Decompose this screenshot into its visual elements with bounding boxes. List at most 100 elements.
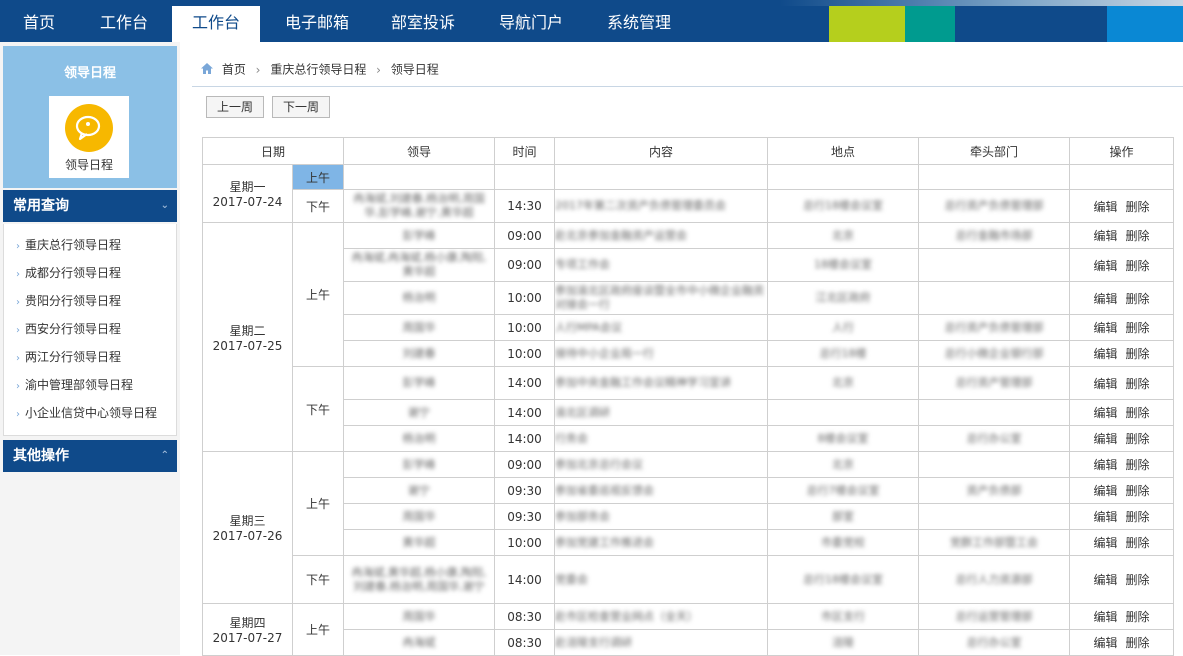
- delete-link[interactable]: 删除: [1126, 347, 1150, 361]
- leader-value: 周国华: [402, 320, 436, 334]
- place-cell: [767, 164, 920, 190]
- place-value: 总行18楼: [819, 346, 867, 360]
- sidebar-item-yuzhong[interactable]: › 渝中管理部领导日程: [16, 375, 133, 395]
- leader-value: 谢宁: [408, 405, 431, 419]
- edit-link[interactable]: 编辑: [1094, 510, 1118, 524]
- table-row: 下午 冉海斌,黄华超,杨小康,陶阳,刘建春,杨治明,周国华,谢宁 14:00 党委会 总…: [203, 555, 1175, 604]
- common-queries-list: › 重庆总行领导日程 › 成都分行领导日程 › 贵阳分行领导日程 › 西安分行领导日程 …: [3, 224, 177, 436]
- content-value: 专项工作会: [555, 258, 611, 271]
- edit-link[interactable]: 编辑: [1094, 259, 1118, 273]
- table-row: 下午 彭学峰 14:00 参加中央金融工作会议精神学习宣讲 北京 总行资产管理部 编辑 删除: [203, 366, 1175, 452]
- leader-value: 谢宁: [408, 483, 431, 497]
- edit-link[interactable]: 编辑: [1094, 321, 1118, 335]
- delete-link[interactable]: 删除: [1126, 484, 1150, 498]
- weekday-label: 星期二: [229, 323, 266, 338]
- next-week-button[interactable]: 下一周: [272, 96, 331, 118]
- leader-cell: 周国华: [343, 314, 496, 341]
- table-row: 谢宁 09:30 参加省委巡视反馈会 总行7楼会议室 资产负债部 编辑 删除: [203, 477, 1175, 504]
- delete-link[interactable]: 删除: [1126, 377, 1150, 391]
- nav-tab-complaints[interactable]: 部室投诉: [378, 6, 468, 42]
- sidebar-item-label: 西安分行领导日程: [25, 322, 122, 336]
- nav-tab-workbench-active[interactable]: 工作台: [172, 6, 260, 42]
- edit-link[interactable]: 编辑: [1094, 200, 1118, 214]
- delete-link[interactable]: 删除: [1126, 229, 1150, 243]
- content-cell: 行务会: [554, 425, 769, 452]
- leader-cell: 彭学峰: [343, 222, 496, 249]
- delete-link[interactable]: 删除: [1126, 406, 1150, 420]
- nav-color-block-blue: [1107, 6, 1183, 42]
- edit-link[interactable]: 编辑: [1094, 573, 1118, 587]
- delete-link[interactable]: 删除: [1126, 321, 1150, 335]
- dept-value: 总行小微企业银行部: [944, 346, 1044, 360]
- time-cell: 10:00: [494, 281, 556, 315]
- edit-link[interactable]: 编辑: [1094, 432, 1118, 446]
- weekday-label: 星期一: [229, 180, 266, 194]
- edit-link[interactable]: 编辑: [1094, 458, 1118, 472]
- leader-cell: 冉海斌,冉海斌,杨小康,陶阳,黄华超: [343, 248, 496, 282]
- nav-tab-system[interactable]: 系统管理: [594, 6, 684, 42]
- prev-week-button[interactable]: 上一周: [206, 96, 265, 118]
- dept-cell: 资产负债部: [918, 477, 1071, 504]
- actions-cell: 编辑 删除: [1069, 281, 1175, 315]
- edit-link[interactable]: 编辑: [1094, 484, 1118, 498]
- place-value: 8楼会议室: [817, 431, 869, 445]
- delete-link[interactable]: 删除: [1126, 458, 1150, 472]
- edit-link[interactable]: 编辑: [1094, 229, 1118, 243]
- place-cell: 涪陵: [767, 629, 920, 656]
- header-content: 内容: [554, 137, 769, 165]
- place-value: 江北区政府: [815, 291, 871, 304]
- breadcrumb-schedule-list[interactable]: 重庆总行领导日程: [270, 63, 366, 77]
- dept-cell: 总行办公室: [918, 425, 1071, 452]
- common-queries-header[interactable]: 常用查询 ⌄: [3, 190, 177, 222]
- sidebar-item-guiyang[interactable]: › 贵阳分行领导日程: [16, 291, 121, 311]
- delete-link[interactable]: 删除: [1126, 573, 1150, 587]
- other-operations-header[interactable]: 其他操作 ⌃: [3, 440, 177, 472]
- edit-link[interactable]: 编辑: [1094, 292, 1118, 306]
- breadcrumb-home[interactable]: 首页: [222, 63, 246, 77]
- delete-link[interactable]: 删除: [1126, 536, 1150, 550]
- edit-link[interactable]: 编辑: [1094, 377, 1118, 391]
- date-label: 2017-07-25: [212, 338, 283, 353]
- content-cell: 专项工作会: [554, 248, 769, 282]
- header-date: 日期: [201, 137, 345, 165]
- module-shortcut-tile[interactable]: 领导日程: [49, 96, 129, 178]
- sidebar-item-liangjiang[interactable]: › 两江分行领导日程: [16, 347, 121, 367]
- edit-link[interactable]: 编辑: [1094, 406, 1118, 420]
- time-cell: 10:00: [494, 529, 556, 556]
- sidebar-item-sme-center[interactable]: › 小企业信贷中心领导日程: [16, 403, 157, 423]
- nav-tab-home[interactable]: 首页: [8, 6, 70, 42]
- delete-link[interactable]: 删除: [1126, 610, 1150, 624]
- date-label: 2017-07-27: [212, 631, 283, 645]
- sidebar-item-xian[interactable]: › 西安分行领导日程: [16, 319, 121, 339]
- table-header-row: 日期 领导 时间 内容 地点 牵头部门 操作: [201, 137, 1175, 165]
- edit-link[interactable]: 编辑: [1094, 347, 1118, 361]
- delete-link[interactable]: 删除: [1126, 292, 1150, 306]
- place-cell: 市委党校: [767, 529, 920, 556]
- nav-tab-workbench[interactable]: 工作台: [86, 6, 162, 42]
- leader-value: 杨治明: [402, 291, 436, 304]
- nav-tab-email[interactable]: 电子邮箱: [272, 6, 362, 42]
- delete-link[interactable]: 删除: [1126, 432, 1150, 446]
- chevron-right-icon: ›: [255, 62, 261, 77]
- delete-link[interactable]: 删除: [1126, 259, 1150, 273]
- sidebar-module-card: 领导日程 领导日程: [3, 46, 177, 188]
- place-value: 人行: [832, 320, 855, 334]
- time-cell: 09:00: [494, 451, 556, 478]
- nav-tab-portal[interactable]: 导航门户: [486, 6, 576, 42]
- sidebar-item-chongqing[interactable]: › 重庆总行领导日程: [16, 235, 121, 255]
- date-cell: 星期三 2017-07-26: [202, 451, 293, 604]
- table-row: 星期二 2017-07-25 上午 彭学峰 09:00 赴北京参加金融资产运营会 北京 总行金…: [202, 222, 1175, 452]
- period-cell: 上午: [291, 451, 345, 556]
- place-value: 总行7楼会议室: [806, 483, 880, 497]
- leader-value: 彭学峰: [402, 376, 436, 389]
- edit-link[interactable]: 编辑: [1094, 536, 1118, 550]
- content-value: 参加省委巡视反馈会: [555, 483, 655, 497]
- delete-link[interactable]: 删除: [1126, 200, 1150, 214]
- delete-link[interactable]: 删除: [1126, 636, 1150, 650]
- sidebar-item-chengdu[interactable]: › 成都分行领导日程: [16, 263, 121, 283]
- edit-link[interactable]: 编辑: [1094, 610, 1118, 624]
- edit-link[interactable]: 编辑: [1094, 636, 1118, 650]
- delete-link[interactable]: 删除: [1126, 510, 1150, 524]
- weekday-label: 星期四: [229, 616, 266, 630]
- time-cell: 14:30: [494, 189, 556, 223]
